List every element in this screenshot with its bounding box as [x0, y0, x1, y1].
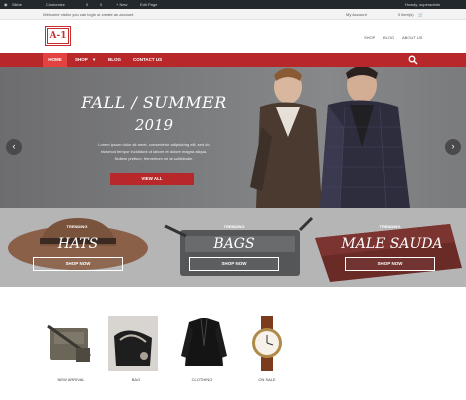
my-account-link[interactable]: My Account	[346, 12, 367, 17]
product-label-bag[interactable]: BAG	[106, 377, 166, 382]
category-title-bags: BAGS	[213, 236, 255, 252]
bag-image[interactable]	[108, 316, 158, 371]
hero-title: FALL / SUMMER	[81, 93, 227, 112]
nav-shop-label: SHOP	[75, 57, 88, 62]
hero-slider	[0, 67, 466, 208]
main-nav: HOME SHOP ▾ BLOG CONTACT US	[0, 53, 466, 67]
chevron-down-icon: ▾	[92, 57, 96, 62]
hero-models-image	[250, 67, 410, 208]
nav-shop[interactable]: SHOP ▾	[75, 53, 95, 67]
welcome-bar: Welcome visitor you can login or create …	[0, 9, 466, 20]
hero-year: 2019	[134, 116, 174, 134]
view-all-button[interactable]: VIEW ALL	[110, 173, 194, 185]
top-link-about-us[interactable]: ABOUT US	[402, 35, 422, 40]
category-title-hats: HATS	[57, 236, 99, 252]
admin-bar-site[interactable]: Sikhe	[12, 2, 22, 7]
product-label-clothing[interactable]: CLOTHING	[172, 377, 232, 382]
product-label-on-sale[interactable]: ON SALE	[237, 377, 297, 382]
admin-bar-edit-page[interactable]: Edit Page	[140, 2, 157, 7]
shop-now-hats-button[interactable]: SHOP NOW	[33, 257, 123, 271]
new-arrival-image[interactable]	[46, 316, 96, 371]
product-label-new-arrival[interactable]: NEW ARRIVAL	[41, 377, 101, 382]
hero-text-line: Lorem ipsum dolor sit amet, consectetur …	[98, 142, 210, 147]
admin-bar: ◉ Sikhe Customize 0 0 + New Edit Page Ho…	[0, 0, 466, 9]
admin-bar-new[interactable]: + New	[116, 2, 127, 7]
shop-now-male-sauda-button[interactable]: SHOP NOW	[345, 257, 435, 271]
clothing-image[interactable]	[179, 316, 229, 371]
category-tag: TRENDING	[66, 224, 88, 229]
category-title-male-sauda: MALE SAUDA	[341, 236, 443, 252]
wordpress-icon[interactable]: ◉	[4, 2, 8, 7]
cart-link[interactable]: 0 item(s)	[398, 12, 414, 17]
welcome-message: Welcome visitor you can login or create …	[43, 12, 134, 17]
category-tag: TRENDING	[223, 224, 245, 229]
admin-bar-customize[interactable]: Customize	[46, 2, 65, 7]
site-logo[interactable]: A-1	[45, 26, 71, 46]
admin-bar-updates[interactable]: 0	[86, 2, 88, 7]
on-sale-image[interactable]	[242, 316, 292, 371]
top-link-blog[interactable]: BLOG	[383, 35, 394, 40]
category-tag: TRENDING	[379, 224, 401, 229]
cart-icon[interactable]: 🛒	[418, 12, 423, 17]
admin-bar-comments[interactable]: 0	[100, 2, 102, 7]
logo-text: A-1	[47, 28, 69, 44]
search-icon[interactable]	[408, 55, 418, 65]
slider-next-arrow-icon[interactable]: ›	[445, 139, 461, 155]
hero-text-line: eiusmod tempor incididunt ut labore et d…	[100, 149, 208, 154]
hero-text-line: Nullam pretium, fermentum mi at sollicit…	[114, 156, 194, 161]
nav-contact-us[interactable]: CONTACT US	[133, 53, 162, 67]
admin-bar-user[interactable]: Howdy, superadmin	[405, 2, 440, 7]
slider-prev-arrow-icon[interactable]: ‹	[6, 139, 22, 155]
top-link-shop[interactable]: SHOP	[364, 35, 375, 40]
nav-home[interactable]: HOME	[43, 53, 67, 67]
nav-blog[interactable]: BLOG	[108, 53, 121, 67]
shop-now-bags-button[interactable]: SHOP NOW	[189, 257, 279, 271]
